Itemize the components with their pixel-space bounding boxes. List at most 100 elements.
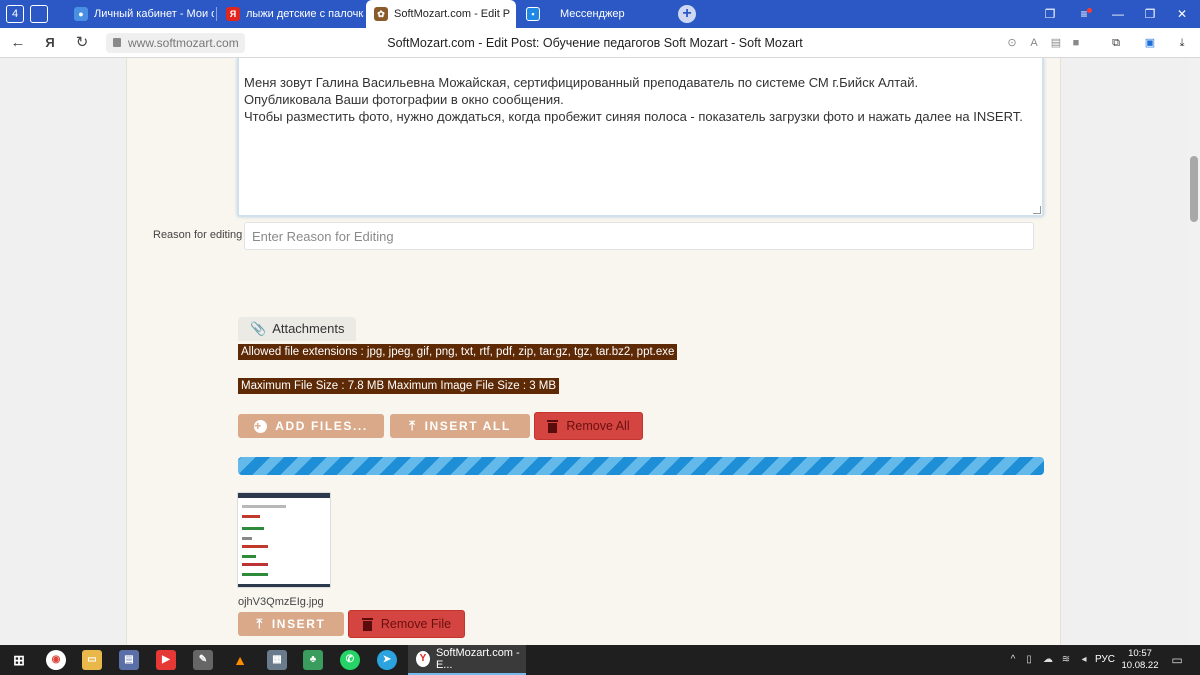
tab-label: Мессенджер (560, 8, 625, 20)
new-group-icon[interactable] (30, 5, 48, 23)
lock-icon (113, 38, 121, 47)
translate-icon[interactable]: A (1026, 35, 1042, 51)
remove-all-button[interactable]: Remove All (534, 412, 643, 440)
yandex-favicon-icon: Я (226, 7, 240, 21)
thumbnail-line (242, 515, 260, 518)
thumbnail-line (242, 527, 264, 530)
page-viewport: Меня зовут Галина Васильевна Можайская, … (0, 58, 1188, 645)
restore-icon[interactable]: ❐ (1134, 0, 1166, 28)
whatsapp-icon[interactable]: ✆ (340, 650, 360, 670)
file-explorer-icon[interactable]: ▭ (82, 650, 102, 670)
allowed-extensions-note: Allowed file extensions : jpg, jpeg, gif… (238, 344, 678, 360)
tab-counter: 4 (11, 8, 19, 20)
minimize-icon[interactable]: — (1102, 0, 1134, 28)
tab-messenger[interactable]: ▪ Мессенджер (518, 0, 668, 28)
calculator-icon[interactable]: ▦ (267, 650, 287, 670)
page-title: SoftMozart.com - Edit Post: Обучение пед… (387, 36, 803, 50)
telegram-icon[interactable]: ➤ (377, 650, 397, 670)
max-file-size-note: Maximum File Size : 7.8 MB Maximum Image… (238, 378, 560, 394)
wifi-icon[interactable]: ≋ (1058, 645, 1074, 675)
thumbnail-line (242, 573, 268, 576)
message-line: Опубликовала Ваши фотографии в окно сооб… (244, 92, 564, 107)
attachments-label: Attachments (272, 321, 345, 336)
attachment-filename: ojhV3QmzEIg.jpg (238, 596, 324, 608)
message-textarea[interactable]: Меня зовут Галина Васильевна Можайская, … (237, 58, 1044, 217)
collections-icon[interactable]: ⧉ (1108, 35, 1124, 51)
clock-date: 10.08.22 (1121, 660, 1159, 671)
trash-icon (361, 617, 373, 631)
bookmark-icon[interactable]: ■ (1068, 35, 1084, 51)
thumbnail-line (242, 563, 268, 566)
drawing-app-icon[interactable]: ✎ (193, 650, 213, 670)
scrollbar-thumb[interactable] (1190, 156, 1198, 222)
resize-handle-icon[interactable] (1033, 206, 1041, 214)
browser-tab-strip: 4 ● Личный кабинет - Мои о Я лыжи детски… (0, 0, 1200, 28)
address-bar: ← Я ↻ www.softmozart.com SoftMozart.com … (0, 28, 1200, 58)
close-window-icon[interactable]: ✕ (1166, 0, 1198, 28)
insert-all-button[interactable]: ⤒ INSERT ALL (390, 414, 530, 438)
tab-counter-icon[interactable]: 4 (6, 5, 24, 23)
thumbnail-line (242, 505, 286, 508)
yandex-browser-icon: Y (416, 651, 430, 667)
bookmarks-icon[interactable]: ❐ (1034, 0, 1066, 28)
back-icon[interactable]: ← (8, 33, 28, 53)
button-label: Remove File (380, 617, 452, 631)
add-files-button[interactable]: + ADD FILES... (238, 414, 384, 438)
new-tab-button[interactable]: + (678, 5, 696, 23)
upload-icon: ⤒ (409, 418, 417, 433)
url-field[interactable]: www.softmozart.com (106, 33, 245, 53)
tab-favicon-icon: ● (74, 7, 88, 21)
download-icon[interactable]: ⤓ (1174, 35, 1190, 51)
paperclip-icon: 📎 (250, 321, 267, 336)
messenger-favicon-icon: ▪ (526, 7, 540, 21)
chrome-icon[interactable]: ◉ (46, 650, 66, 670)
trash-icon (547, 419, 559, 433)
url-text: www.softmozart.com (128, 36, 239, 50)
message-line: Чтобы разместить фото, нужно дождаться, … (244, 109, 1023, 124)
volume-icon[interactable]: ◂ (1076, 645, 1092, 675)
upload-icon: ⤒ (256, 616, 264, 631)
windows-taskbar: ⊞ ◉ ▭ ▤ ▶ ✎ ▲ ▦ ♣ ✆ ➤ Y SoftMozart.com -… (0, 645, 1200, 675)
notifications-icon[interactable]: ▭ (1168, 645, 1186, 675)
vlc-icon[interactable]: ▲ (230, 650, 250, 670)
thumbnail-line (242, 537, 252, 540)
save-app-icon[interactable]: ▤ (119, 650, 139, 670)
tab-personal-account[interactable]: ● Личный кабинет - Мои о (66, 0, 214, 28)
button-label: ADD FILES... (275, 419, 368, 433)
taskbar-active-window[interactable]: Y SoftMozart.com - E... (408, 645, 526, 675)
thumbnail-footer (238, 584, 330, 587)
page-scrollbar[interactable] (1188, 58, 1200, 645)
button-label: Remove All (566, 419, 630, 433)
clock[interactable]: 10:57 10.08.22 (1118, 648, 1162, 672)
cloud-icon[interactable]: ☁ (1040, 645, 1056, 675)
attachments-tab[interactable]: 📎 Attachments (238, 317, 357, 341)
language-indicator[interactable]: РУС (1094, 645, 1116, 675)
reload-icon[interactable]: ↻ (72, 33, 92, 53)
windows-start-icon[interactable]: ⊞ (9, 650, 29, 670)
softmozart-favicon-icon: ✿ (374, 7, 388, 21)
menu-icon[interactable]: ≡ (1068, 0, 1100, 28)
button-label: INSERT (271, 617, 326, 631)
video-app-icon[interactable]: ▶ (156, 650, 176, 670)
tab-softmozart[interactable]: ✿ SoftMozart.com - Edit P ✕ (366, 0, 516, 28)
thumbnail-line (242, 545, 268, 548)
tab-divider (216, 7, 217, 21)
attachment-thumbnail[interactable] (237, 492, 331, 588)
yandex-home-icon[interactable]: Я (40, 33, 60, 53)
device-icon[interactable]: ▯ (1022, 645, 1036, 675)
games-icon[interactable]: ♣ (303, 650, 323, 670)
downloads-icon[interactable]: ▣ (1142, 35, 1158, 51)
tray-expand-icon[interactable]: ^ (1006, 645, 1020, 675)
tab-label: SoftMozart.com - Edit P (394, 8, 511, 20)
remove-file-button[interactable]: Remove File (348, 610, 465, 638)
message-line: Меня зовут Галина Васильевна Можайская, … (244, 75, 919, 90)
search-icon[interactable]: ⊙ (1004, 35, 1020, 51)
reader-icon[interactable]: ▤ (1048, 35, 1064, 51)
reason-input[interactable] (244, 222, 1034, 250)
tab-skis[interactable]: Я лыжи детские с палочкам (218, 0, 364, 28)
clock-time: 10:57 (1128, 648, 1152, 659)
upload-progress-bar (238, 457, 1044, 475)
tab-label: лыжи детские с палочкам (246, 8, 364, 20)
thumbnail-header (238, 493, 330, 498)
insert-button[interactable]: ⤒ INSERT (238, 612, 344, 636)
